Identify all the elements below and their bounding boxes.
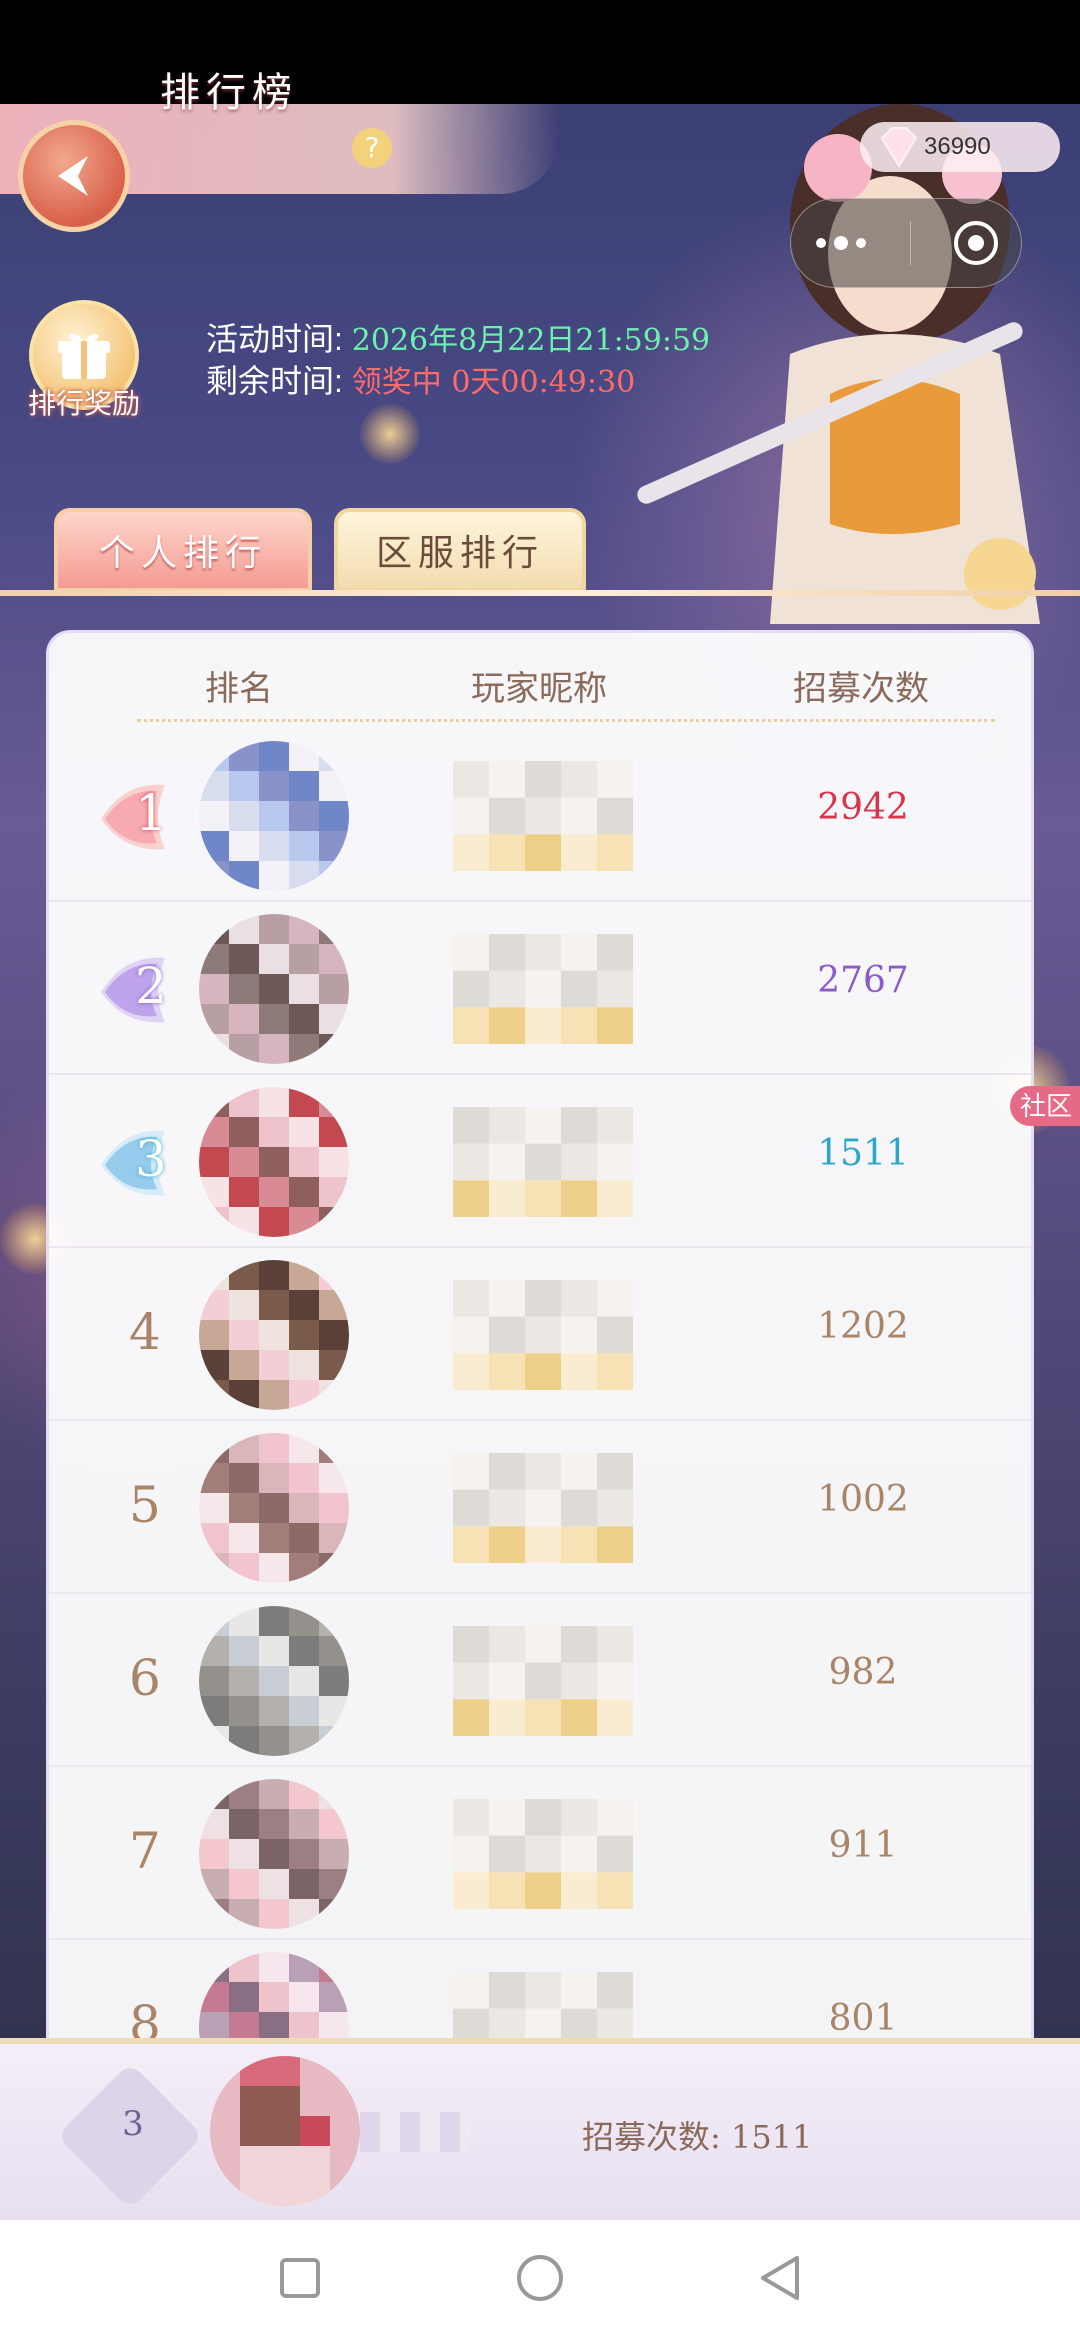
page-title: 排行榜 [160, 70, 298, 116]
avatar-mosaic [199, 1087, 349, 1237]
name-mosaic [453, 934, 633, 1044]
table-row[interactable]: 2 2767 [49, 902, 1031, 1075]
recruit-count: 1002 [817, 1479, 909, 1520]
capsule-divider [910, 221, 912, 265]
rank-number: 2 [135, 957, 167, 1015]
name-mosaic [453, 761, 633, 871]
rank-number: 3 [135, 1130, 167, 1188]
close-target-icon[interactable] [951, 218, 1001, 268]
community-tab[interactable]: 社区 [1010, 1086, 1080, 1126]
tab-server-ranking[interactable]: 区服排行 [334, 508, 586, 592]
recruit-count: 911 [828, 1825, 898, 1866]
avatar-mosaic [199, 1606, 349, 1756]
player-avatar[interactable] [199, 914, 349, 1064]
remaining-time-row: 剩余时间: 领奖中 0天00:49:30 [206, 356, 635, 402]
recruit-count: 1202 [817, 1306, 909, 1347]
reward-label: 排行奖励 [27, 388, 140, 419]
name-mosaic [453, 1107, 633, 1217]
name-mosaic [453, 1453, 633, 1563]
remaining-label: 剩余时间: [206, 363, 343, 399]
table-row[interactable]: 5 1002 [49, 1421, 1031, 1594]
rank-number: 1 [135, 784, 167, 842]
mini-program-capsule [790, 198, 1022, 288]
more-dots-icon[interactable] [811, 233, 871, 253]
recruit-count: 982 [828, 1652, 898, 1693]
home-button[interactable] [515, 2253, 565, 2303]
activity-label: 活动时间: [206, 321, 343, 357]
table-row[interactable]: 6 982 [49, 1594, 1031, 1767]
rank-number: 4 [129, 1303, 161, 1361]
rank-number: 5 [129, 1476, 161, 1534]
system-back-button[interactable] [755, 2253, 805, 2303]
my-rank: 3 [122, 2104, 144, 2144]
player-name-blurred [453, 1107, 633, 1217]
remaining-value: 领奖中 0天00:49:30 [351, 365, 636, 400]
recent-apps-button[interactable] [275, 2253, 325, 2303]
activity-time-row: 活动时间: 2026年8月22日21:59:59 [206, 314, 710, 360]
help-icon[interactable]: ? [352, 128, 392, 168]
player-avatar[interactable] [199, 1606, 349, 1756]
activity-value: 2026年8月22日21:59:59 [351, 323, 711, 358]
my-recruit-count: 招募次数: 1511 [582, 2118, 813, 2156]
gem-balance: 36990 [860, 122, 1060, 172]
table-row[interactable]: 3 1511 [49, 1075, 1031, 1248]
column-header-nickname: 玩家昵称 [471, 669, 607, 709]
recruit-count: 1511 [817, 1133, 909, 1174]
player-avatar[interactable] [199, 1433, 349, 1583]
avatar-mosaic [199, 741, 349, 891]
rank-number: 7 [129, 1822, 161, 1880]
avatar-mosaic [199, 1433, 349, 1583]
home-icon [517, 2255, 563, 2301]
avatar-mosaic [199, 1260, 349, 1410]
back-button[interactable] [18, 120, 130, 232]
ranking-panel: 排名 玩家昵称 招募次数 1 2942 2 2767 3 1511 4 1202 5 1002 6 9… [46, 630, 1034, 2100]
player-avatar[interactable] [199, 1260, 349, 1410]
name-mosaic [453, 1799, 633, 1909]
back-arrow-icon [58, 156, 88, 196]
header-divider [137, 719, 995, 722]
player-name-blurred [453, 761, 633, 871]
player-name-blurred [453, 1799, 633, 1909]
table-row[interactable]: 7 911 [49, 1767, 1031, 1940]
player-name-blurred [453, 934, 633, 1044]
gift-box-icon [58, 333, 110, 379]
gem-count: 36990 [924, 133, 991, 160]
player-name-blurred [453, 1280, 633, 1390]
name-mosaic [453, 1280, 633, 1390]
recruit-count: 2942 [817, 787, 909, 828]
table-row[interactable]: 1 2942 [49, 729, 1031, 902]
column-header-rank: 排名 [205, 669, 273, 709]
avatar-mosaic [199, 914, 349, 1064]
avatar-mosaic [210, 2056, 360, 2206]
player-avatar[interactable] [199, 741, 349, 891]
my-name-blurred [360, 2112, 470, 2152]
my-ranking-bar: 3 招募次数: 1511 [0, 2038, 1080, 2220]
recruit-count: 801 [828, 1998, 898, 2039]
tab-divider [0, 590, 1080, 596]
character-illustration [637, 104, 1040, 624]
avatar-mosaic [199, 1779, 349, 1929]
tab-personal-ranking[interactable]: 个人排行 [54, 508, 312, 592]
player-avatar[interactable] [199, 1779, 349, 1929]
ranking-reward-button[interactable]: 排行奖励 [14, 300, 154, 430]
player-name-blurred [453, 1626, 633, 1736]
recruit-count: 2767 [817, 960, 909, 1001]
column-header-count: 招募次数 [793, 669, 929, 709]
name-mosaic [453, 1626, 633, 1736]
lantern-decoration [360, 404, 420, 464]
column-headers: 排名 玩家昵称 招募次数 [49, 633, 1031, 723]
rank-number: 6 [129, 1649, 161, 1707]
recent-apps-icon [280, 2258, 320, 2298]
back-triangle-icon [761, 2256, 799, 2300]
my-avatar [210, 2056, 360, 2206]
table-row[interactable]: 4 1202 [49, 1248, 1031, 1421]
player-avatar[interactable] [199, 1087, 349, 1237]
ranking-list: 1 2942 2 2767 3 1511 4 1202 5 1002 6 982 7 911 8 801 [49, 729, 1031, 2097]
system-navigation-bar [0, 2220, 1080, 2336]
player-name-blurred [453, 1453, 633, 1563]
